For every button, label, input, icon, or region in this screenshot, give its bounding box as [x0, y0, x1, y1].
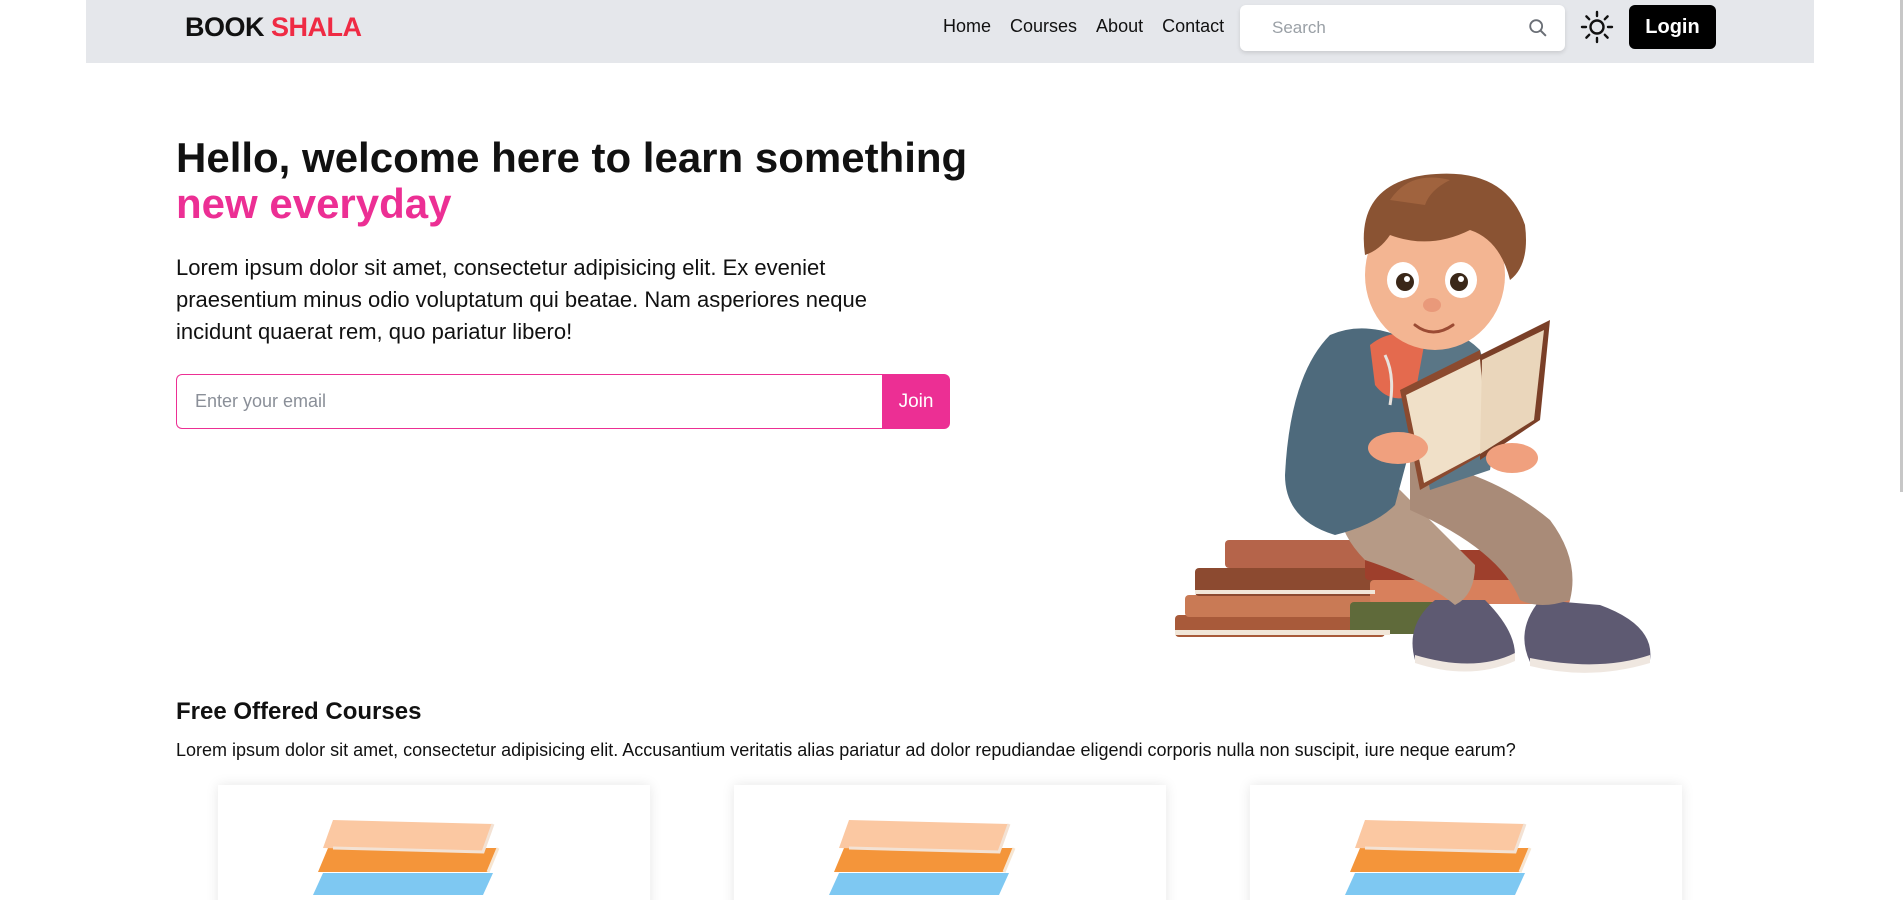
- book-stack-image: [1345, 820, 1532, 895]
- nav-courses-link[interactable]: Courses: [1010, 16, 1077, 37]
- hero-title-accent: new everyday: [176, 180, 452, 227]
- search-icon[interactable]: [1527, 17, 1549, 39]
- email-signup-form: Join: [176, 374, 950, 429]
- brand-part-2: SHALA: [271, 12, 362, 42]
- head: [1363, 173, 1526, 350]
- course-card[interactable]: [734, 785, 1166, 900]
- course-card[interactable]: [1250, 785, 1682, 900]
- navbar: BOOK SHALA Home Courses About Contact Lo…: [86, 0, 1814, 63]
- boy-reading-illustration: [1175, 173, 1651, 673]
- courses-description: Lorem ipsum dolor sit amet, consectetur …: [176, 740, 1516, 760]
- book-stack-image: [829, 820, 1016, 895]
- login-button[interactable]: Login: [1629, 5, 1716, 49]
- search-input[interactable]: [1240, 5, 1500, 51]
- sun-icon[interactable]: [1580, 10, 1614, 44]
- search-box: [1240, 5, 1565, 51]
- nav-about-link[interactable]: About: [1096, 16, 1143, 37]
- hero-description: Lorem ipsum dolor sit amet, consectetur …: [176, 255, 867, 344]
- courses-title: Free Offered Courses: [176, 698, 422, 725]
- course-cards: [0, 785, 1903, 900]
- email-input[interactable]: [176, 374, 882, 429]
- nav-contact-link[interactable]: Contact: [1162, 16, 1224, 37]
- hero-title: Hello, welcome here to learn something n…: [176, 135, 967, 227]
- brand-part-1: BOOK: [185, 12, 265, 42]
- shoes: [1412, 600, 1651, 673]
- hero-title-main: Hello, welcome here to learn something: [176, 134, 968, 181]
- course-card[interactable]: [218, 785, 650, 900]
- brand-logo[interactable]: BOOK SHALA: [185, 12, 362, 43]
- join-button[interactable]: Join: [882, 374, 950, 429]
- nav-links: Home Courses About Contact: [943, 16, 1243, 37]
- nav-home-link[interactable]: Home: [943, 16, 991, 37]
- book-stack-image: [313, 820, 500, 895]
